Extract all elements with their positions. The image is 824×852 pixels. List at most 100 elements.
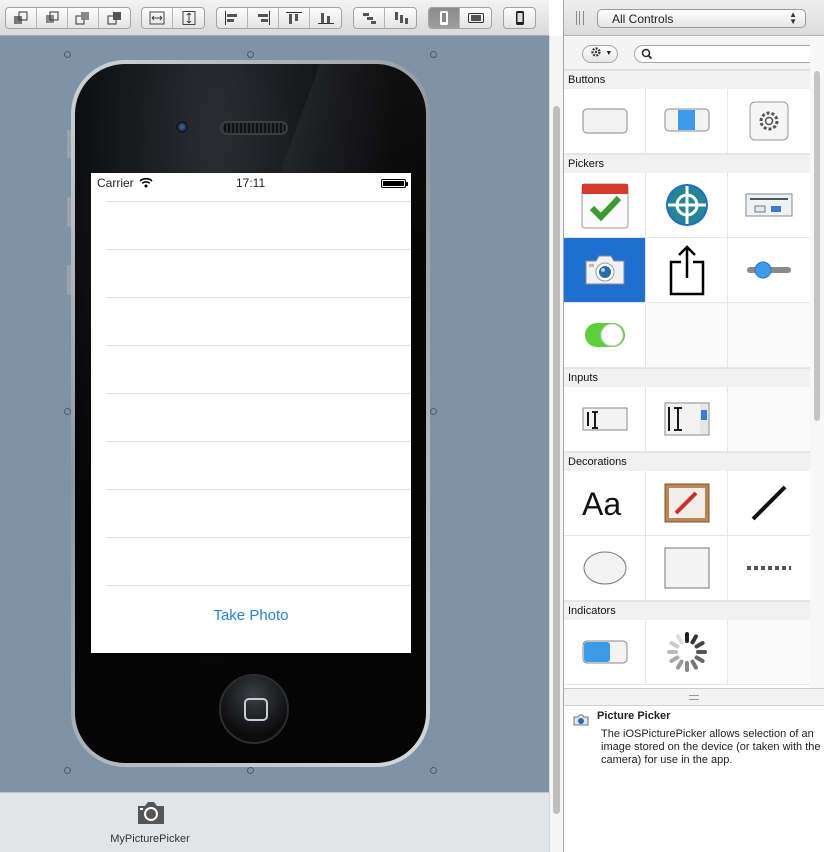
gear-icon bbox=[591, 47, 601, 57]
controls-library: ▼ Buttons Pickers Inputs Decorations Aa … bbox=[564, 37, 810, 688]
info-description: The iOSPicturePicker allows selection of… bbox=[601, 728, 821, 766]
status-bar: Carrier 17:11 bbox=[91, 173, 411, 193]
empty-cell bbox=[728, 387, 810, 452]
align-group bbox=[216, 7, 342, 29]
picture-picker-icon[interactable] bbox=[564, 238, 646, 303]
empty-cell bbox=[646, 303, 728, 368]
switch-icon[interactable] bbox=[564, 303, 646, 368]
canvas-vertical-scrollbar[interactable] bbox=[549, 36, 563, 852]
inputs-grid bbox=[564, 387, 810, 452]
equal-width-icon[interactable] bbox=[142, 8, 173, 28]
message-box-icon[interactable] bbox=[728, 173, 810, 238]
send-to-back-icon[interactable] bbox=[6, 8, 37, 28]
take-photo-button[interactable]: Take Photo bbox=[91, 607, 411, 624]
ellipse-icon[interactable] bbox=[564, 536, 646, 601]
table-row[interactable] bbox=[106, 441, 411, 489]
wifi-icon bbox=[139, 177, 153, 191]
segmented-button-icon[interactable] bbox=[646, 89, 728, 154]
home-button[interactable] bbox=[219, 674, 289, 744]
label-icon[interactable]: Aa bbox=[564, 471, 646, 536]
camera-icon[interactable] bbox=[135, 799, 167, 827]
table-row[interactable] bbox=[106, 489, 411, 537]
svg-text:Aa: Aa bbox=[582, 486, 621, 521]
location-picker-icon[interactable] bbox=[646, 173, 728, 238]
portrait-icon[interactable] bbox=[429, 8, 460, 28]
distribute-horizontal-icon[interactable] bbox=[354, 8, 385, 28]
clock-label: 17:11 bbox=[236, 176, 266, 190]
component-label[interactable]: MyPicturePicker bbox=[0, 833, 300, 845]
resize-handle[interactable] bbox=[247, 767, 254, 774]
share-icon[interactable] bbox=[646, 238, 728, 303]
buttons-grid bbox=[564, 89, 810, 154]
text-area-icon[interactable] bbox=[646, 387, 728, 452]
button-control-icon[interactable] bbox=[564, 89, 646, 154]
table-row[interactable] bbox=[106, 537, 411, 585]
grip-icon[interactable] bbox=[576, 11, 584, 25]
resize-handle[interactable] bbox=[64, 51, 71, 58]
empty-cell bbox=[728, 620, 810, 685]
front-camera bbox=[174, 119, 190, 135]
gear-button-icon[interactable] bbox=[728, 89, 810, 154]
decorations-grid: Aa bbox=[564, 471, 810, 601]
distribute-group bbox=[353, 7, 417, 29]
library-scrollbar[interactable] bbox=[810, 37, 824, 688]
editor-toolbar bbox=[0, 0, 549, 36]
resize-handle[interactable] bbox=[64, 767, 71, 774]
library-header: All Controls ▲ ▼ bbox=[564, 0, 824, 36]
control-filter-select[interactable]: All Controls ▲ ▼ bbox=[597, 9, 806, 28]
phone-screen[interactable]: Carrier 17:11 Take Photo bbox=[91, 173, 411, 653]
info-title: Picture Picker bbox=[597, 710, 671, 722]
resize-handle[interactable] bbox=[430, 408, 437, 415]
device-group bbox=[503, 7, 536, 29]
table-row[interactable] bbox=[106, 297, 411, 345]
carrier-label: Carrier bbox=[97, 176, 134, 190]
camera-icon bbox=[573, 714, 589, 729]
resize-handle[interactable] bbox=[430, 51, 437, 58]
slider-icon[interactable] bbox=[728, 238, 810, 303]
align-left-icon[interactable] bbox=[217, 8, 248, 28]
search-icon bbox=[641, 48, 653, 63]
control-filter-value: All Controls bbox=[612, 12, 674, 26]
activity-indicator-icon[interactable] bbox=[646, 620, 728, 685]
pickers-grid bbox=[564, 173, 810, 368]
gear-menu-button[interactable]: ▼ bbox=[582, 45, 618, 63]
distribute-vertical-icon[interactable] bbox=[385, 8, 416, 28]
table-row[interactable] bbox=[106, 201, 411, 249]
bring-forward-icon[interactable] bbox=[68, 8, 99, 28]
text-field-icon[interactable] bbox=[564, 387, 646, 452]
align-top-icon[interactable] bbox=[279, 8, 310, 28]
arrange-group bbox=[5, 7, 131, 29]
table-view[interactable] bbox=[91, 201, 411, 633]
image-icon[interactable] bbox=[646, 471, 728, 536]
iphone-icon[interactable] bbox=[504, 8, 535, 28]
size-group bbox=[141, 7, 205, 29]
rectangle-icon[interactable] bbox=[646, 536, 728, 601]
section-header-inputs: Inputs bbox=[564, 368, 810, 387]
landscape-icon[interactable] bbox=[460, 8, 491, 28]
line-icon[interactable] bbox=[728, 471, 810, 536]
table-row[interactable] bbox=[106, 345, 411, 393]
dotted-line-icon[interactable] bbox=[728, 536, 810, 601]
control-info-panel: Picture Picker The iOSPicturePicker allo… bbox=[564, 706, 824, 852]
send-backward-icon[interactable] bbox=[37, 8, 68, 28]
resize-handle[interactable] bbox=[430, 767, 437, 774]
table-row[interactable] bbox=[106, 393, 411, 441]
indicators-grid bbox=[564, 620, 810, 685]
library-search-input[interactable] bbox=[634, 45, 810, 63]
date-picker-icon[interactable] bbox=[564, 173, 646, 238]
panel-splitter[interactable] bbox=[564, 688, 824, 706]
non-visual-components-dock: MyPicturePicker bbox=[0, 792, 549, 852]
section-header-buttons: Buttons bbox=[564, 70, 810, 89]
align-right-icon[interactable] bbox=[248, 8, 279, 28]
progress-bar-icon[interactable] bbox=[564, 620, 646, 685]
equal-height-icon[interactable] bbox=[173, 8, 204, 28]
table-row[interactable] bbox=[106, 249, 411, 297]
align-bottom-icon[interactable] bbox=[310, 8, 341, 28]
chevron-up-down-icon: ▲ ▼ bbox=[789, 10, 797, 26]
section-header-decorations: Decorations bbox=[564, 452, 810, 471]
resize-handle[interactable] bbox=[247, 51, 254, 58]
resize-handle[interactable] bbox=[64, 408, 71, 415]
section-header-pickers: Pickers bbox=[564, 154, 810, 173]
bring-to-front-icon[interactable] bbox=[99, 8, 130, 28]
earpiece-speaker bbox=[220, 121, 288, 135]
